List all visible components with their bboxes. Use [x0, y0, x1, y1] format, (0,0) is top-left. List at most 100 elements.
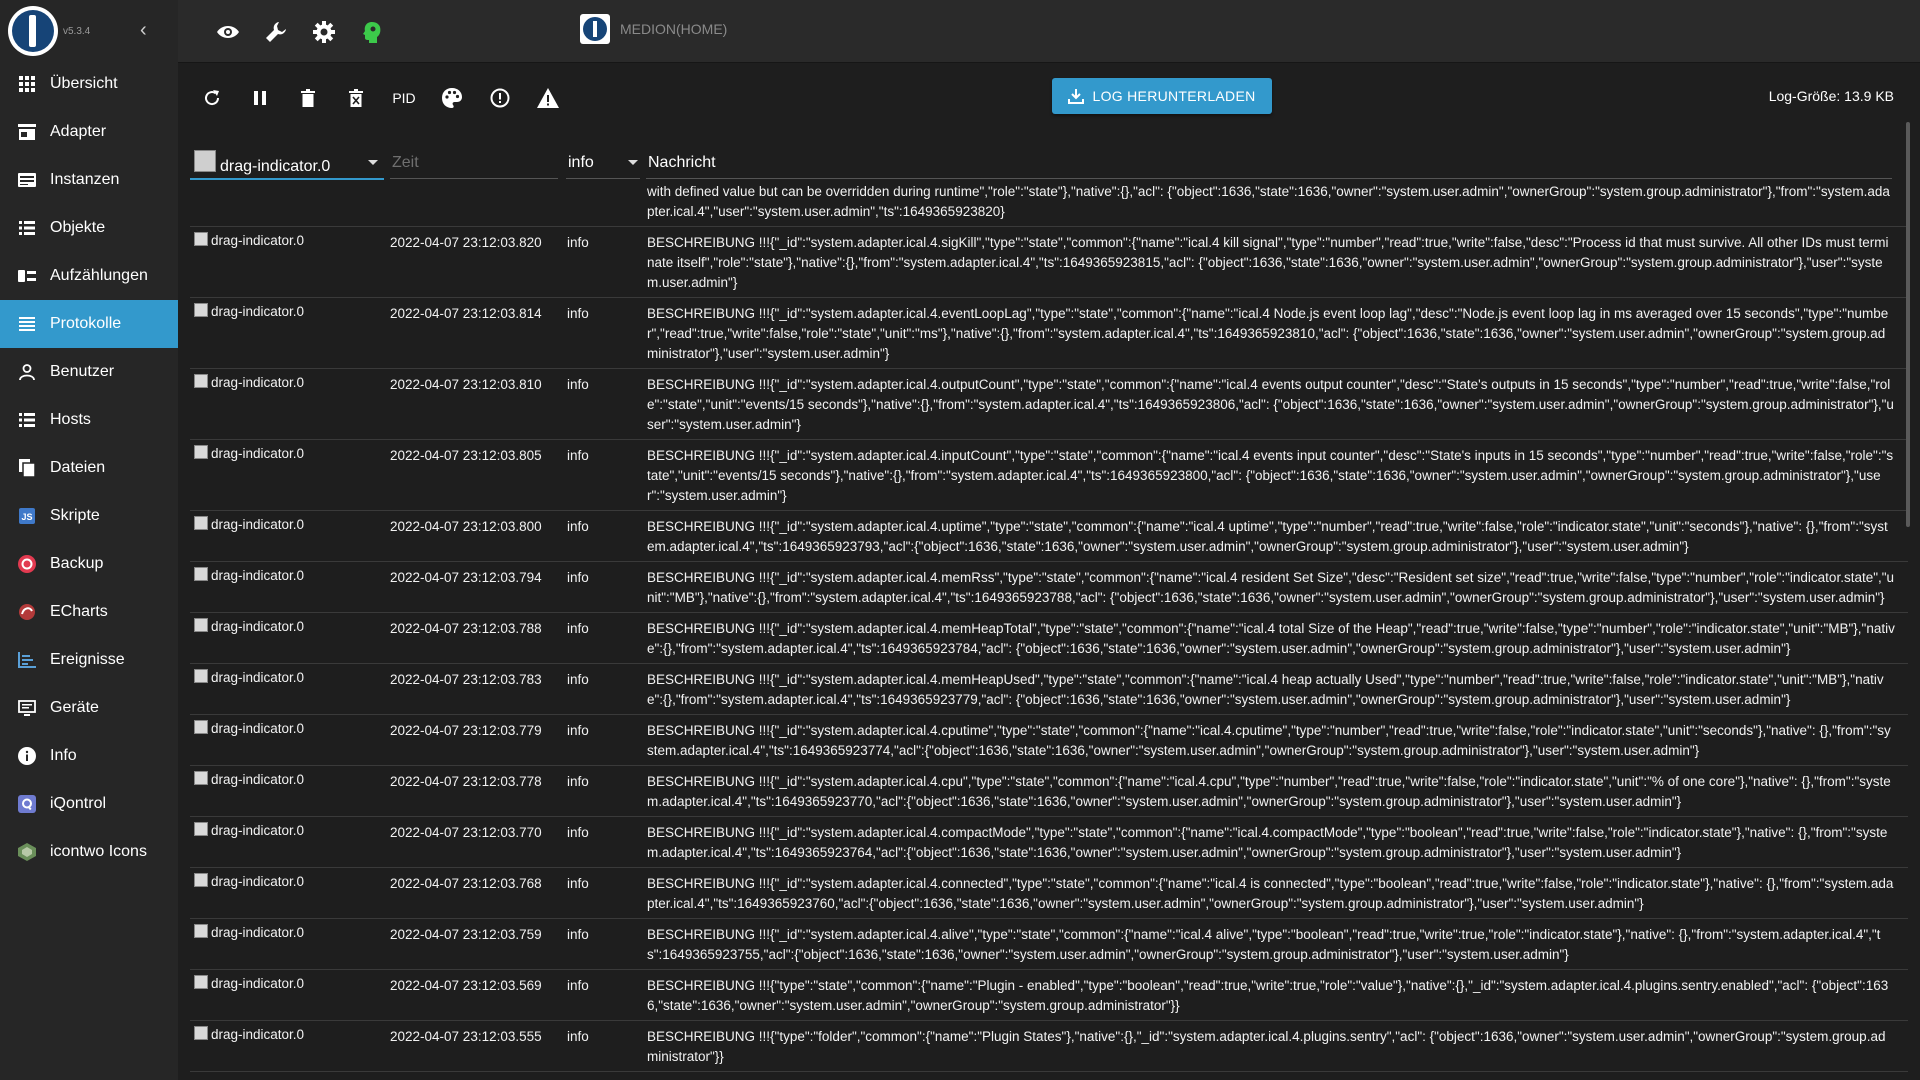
collapse-sidebar-icon[interactable]: ‹ [140, 20, 147, 40]
svg-text:JS: JS [21, 512, 32, 522]
log-toolbar: PID LOG HERUNTERLADEN Log-Größe: 13.9 KB [190, 72, 1910, 124]
adapter-image-icon [194, 232, 208, 246]
sidebar-item-protokolle[interactable]: Protokolle [0, 300, 178, 348]
sidebar-item-adapter[interactable]: Adapter [0, 108, 178, 156]
devices-icon [16, 697, 38, 719]
severity-filter-value: info [568, 154, 594, 171]
log-message: BESCHREIBUNG !!!{"_id":"system.adapter.i… [647, 723, 1891, 758]
sidebar-item-label: Hosts [50, 411, 91, 428]
error-filter-icon[interactable] [486, 84, 514, 112]
sidebar-item-aufzaehlungen[interactable]: Aufzählungen [0, 252, 178, 300]
host-name[interactable]: MEDION(HOME) [620, 21, 727, 37]
adapter-image-icon [194, 618, 208, 632]
source-filter-value: drag-indicator.0 [220, 158, 331, 175]
log-scrollbar[interactable] [1906, 122, 1910, 527]
log-message: BESCHREIBUNG !!!{"_id":"system.adapter.i… [647, 306, 1889, 361]
sidebar-item-hosts[interactable]: Hosts [0, 396, 178, 444]
log-message: BESCHREIBUNG !!!{"type":"state","common"… [647, 978, 1889, 1013]
severity-filter-select[interactable]: info [566, 144, 640, 179]
sidebar-item-skripte[interactable]: JS Skripte [0, 492, 178, 540]
log-time: 2022-04-07 23:12:03.814 [390, 306, 542, 321]
table-row: drag-indicator.0 2022-04-07 23:12:03.820… [190, 227, 1908, 298]
adapter-image-icon [194, 924, 208, 938]
sidebar-item-uebersicht[interactable]: Übersicht [0, 60, 178, 108]
adapter-image-icon [194, 873, 208, 887]
wrench-icon[interactable] [262, 18, 290, 46]
log-message: BESCHREIBUNG !!!{"_id":"system.adapter.i… [647, 570, 1895, 605]
delete-icon[interactable] [294, 84, 322, 112]
sidebar-menu: Übersicht Adapter Instanzen Objekte Aufz… [0, 60, 178, 876]
events-icon [16, 649, 38, 671]
palette-icon[interactable] [438, 84, 466, 112]
log-time: 2022-04-07 23:12:03.555 [390, 1029, 542, 1044]
sidebar-item-label: Dateien [50, 459, 106, 476]
sidebar-item-label: Instanzen [50, 171, 120, 188]
table-row: with defined value but can be overridden… [190, 182, 1908, 227]
log-severity: info [567, 723, 589, 738]
log-message: BESCHREIBUNG !!!{"_id":"system.adapter.i… [647, 825, 1888, 860]
log-source-label: drag-indicator.0 [211, 446, 305, 461]
eye-icon[interactable] [214, 18, 242, 46]
log-time: 2022-04-07 23:12:03.759 [390, 927, 542, 942]
sidebar-item-label: icontwo Icons [50, 843, 147, 860]
log-source: drag-indicator.0 [194, 719, 304, 739]
pause-icon[interactable] [246, 84, 274, 112]
sidebar-item-ereignisse[interactable]: Ereignisse [0, 636, 178, 684]
sidebar-item-info[interactable]: Info [0, 732, 178, 780]
download-icon [1068, 89, 1085, 104]
log-source: drag-indicator.0 [194, 770, 304, 790]
table-row: drag-indicator.0 2022-04-07 23:12:03.805… [190, 440, 1908, 511]
log-icon [16, 313, 38, 335]
list-icon [16, 217, 38, 239]
log-message: with defined value but can be overridden… [647, 184, 1890, 219]
log-severity: info [567, 876, 589, 891]
log-source: drag-indicator.0 [194, 872, 304, 892]
info-icon [16, 745, 38, 767]
download-log-button[interactable]: LOG HERUNTERLADEN [1052, 78, 1272, 114]
time-filter-input[interactable]: Zeit [390, 144, 558, 179]
log-source-label: drag-indicator.0 [211, 233, 305, 248]
log-filter-row: drag-indicator.0 Zeit info Nachricht [190, 140, 1896, 180]
log-source: drag-indicator.0 [194, 923, 304, 943]
gear-icon[interactable] [310, 18, 338, 46]
sidebar-item-dateien[interactable]: Dateien [0, 444, 178, 492]
log-source-label: drag-indicator.0 [211, 976, 305, 991]
head-green-icon[interactable] [358, 18, 386, 46]
log-source-label: drag-indicator.0 [211, 772, 305, 787]
iobroker-logo[interactable] [8, 6, 58, 56]
echarts-icon [16, 601, 38, 623]
log-source: drag-indicator.0 [194, 1025, 304, 1045]
source-filter-select[interactable]: drag-indicator.0 [190, 144, 384, 180]
sidebar-item-benutzer[interactable]: Benutzer [0, 348, 178, 396]
adapter-image-icon [194, 567, 208, 581]
log-message: BESCHREIBUNG !!!{"_id":"system.adapter.i… [647, 448, 1894, 503]
sidebar-item-label: Ereignisse [50, 651, 125, 668]
sidebar-item-objekte[interactable]: Objekte [0, 204, 178, 252]
log-source: drag-indicator.0 [194, 566, 304, 586]
log-severity: info [567, 978, 589, 993]
adapter-image-icon [194, 374, 208, 388]
warning-filter-icon[interactable] [534, 84, 562, 112]
pid-toggle[interactable]: PID [390, 84, 418, 112]
sidebar-item-label: Objekte [50, 219, 106, 236]
instances-icon [16, 169, 38, 191]
sidebar-item-icontwo-icons[interactable]: icontwo Icons [0, 828, 178, 876]
message-filter-input[interactable]: Nachricht [646, 144, 1892, 179]
delete-forever-icon[interactable] [342, 84, 370, 112]
sidebar-item-echarts[interactable]: ECharts [0, 588, 178, 636]
sidebar-item-iqontrol[interactable]: iQontrol [0, 780, 178, 828]
refresh-icon[interactable] [198, 84, 226, 112]
adapter-image-icon [194, 975, 208, 989]
log-severity: info [567, 927, 589, 942]
sidebar-item-label: Aufzählungen [50, 267, 148, 284]
log-source: drag-indicator.0 [194, 668, 304, 688]
log-source-label: drag-indicator.0 [211, 517, 305, 532]
sidebar-item-backup[interactable]: Backup [0, 540, 178, 588]
table-row: drag-indicator.0 2022-04-07 23:12:03.800… [190, 511, 1908, 562]
user-icon [16, 361, 38, 383]
sidebar-item-geraete[interactable]: Geräte [0, 684, 178, 732]
sidebar-item-label: Backup [50, 555, 104, 572]
sidebar-item-instanzen[interactable]: Instanzen [0, 156, 178, 204]
table-row: drag-indicator.0 2022-04-07 23:12:03.814… [190, 298, 1908, 369]
adapter-image-icon [194, 720, 208, 734]
